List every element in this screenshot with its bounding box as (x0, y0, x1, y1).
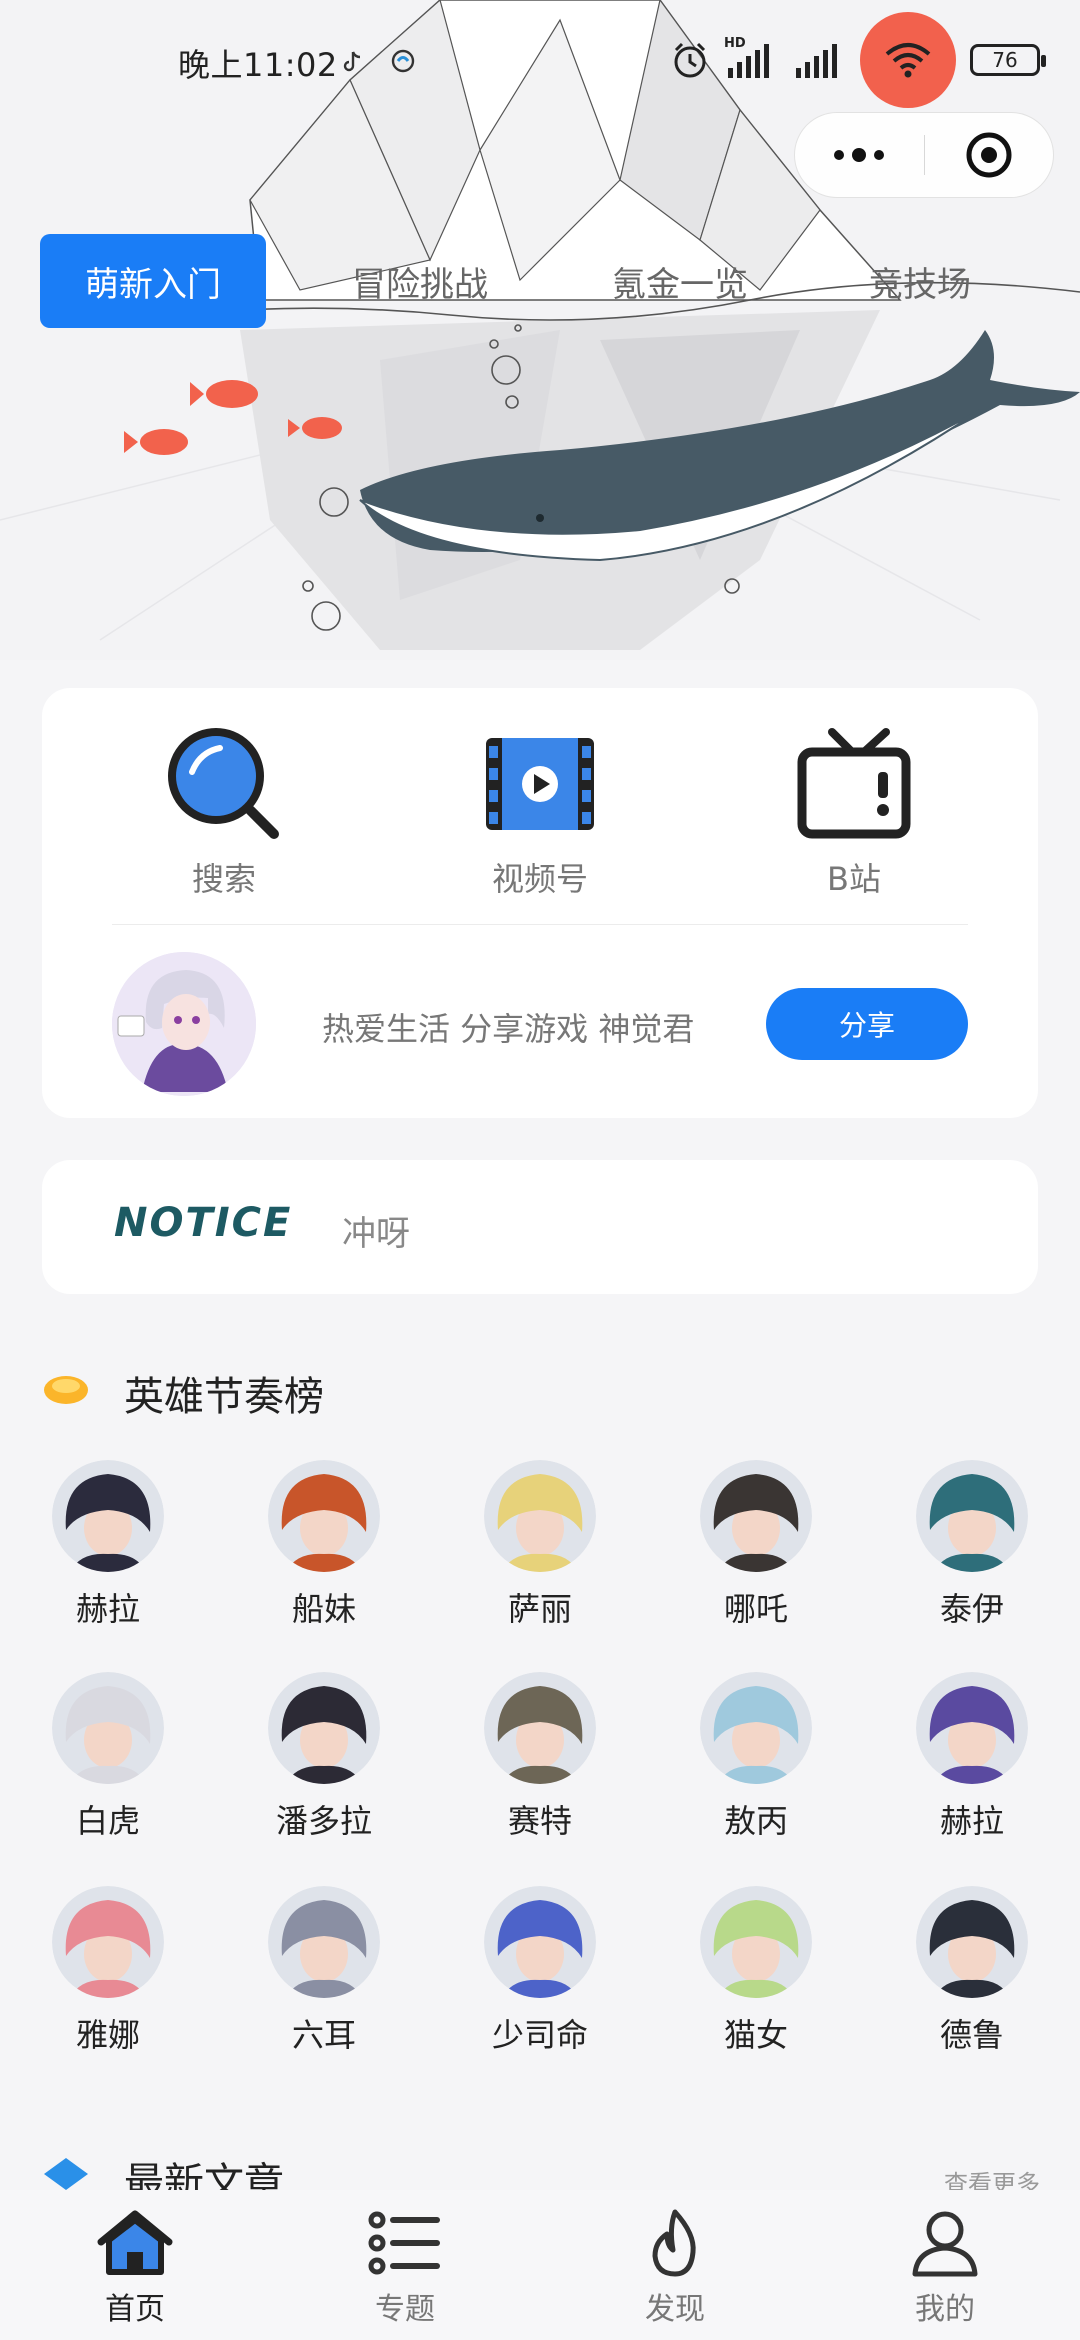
flame-icon (652, 2209, 696, 2277)
nav-topics[interactable]: 专题 (315, 2208, 495, 2328)
hero-item[interactable]: 船妹 (244, 1460, 404, 1630)
mini-program-capsule (794, 112, 1054, 198)
category-tabs: 萌新入门 冒险挑战 氪金一览 竞技场 (40, 234, 1040, 328)
hero-avatar (484, 1672, 596, 1784)
hero-name: 敖丙 (723, 1802, 788, 1840)
nav-profile[interactable]: 我的 (855, 2208, 1035, 2328)
video-channel-link[interactable]: 视频号 (440, 724, 640, 900)
hero-name: 泰伊 (939, 1590, 1004, 1628)
video-channel-label: 视频号 (491, 860, 588, 898)
status-bar: 晚上11:02 HD 76 (0, 0, 1080, 130)
hero-item[interactable]: 敖丙 (676, 1672, 836, 1842)
notice-card[interactable]: NOTICE 冲呀 (42, 1160, 1038, 1294)
alarm-icon (674, 42, 706, 78)
tiktok-icon (343, 51, 361, 72)
hero-item[interactable]: 潘多拉 (244, 1672, 404, 1842)
hd-signal-icon: HD (724, 36, 778, 80)
hero-item[interactable]: 赛特 (460, 1672, 620, 1842)
bottom-nav: 首页 专题 发现 我的 (0, 2190, 1080, 2340)
hero-name: 潘多拉 (275, 1802, 372, 1840)
hero-avatar (52, 1886, 164, 1998)
hero-name: 猫女 (723, 2016, 788, 2054)
hero-avatar (484, 1460, 596, 1572)
bilibili-link[interactable]: B站 (754, 724, 954, 900)
notice-logo: NOTICE (114, 1200, 293, 1246)
nav-home[interactable]: 首页 (45, 2208, 225, 2328)
hero-avatar (916, 1460, 1028, 1572)
hero-avatar (268, 1672, 380, 1784)
video-channel-icon (486, 738, 594, 830)
close-mini-program-button[interactable] (925, 130, 1054, 180)
nav-discover[interactable]: 发现 (585, 2208, 765, 2328)
quick-links-card: 搜索 视频号 B站 热爱生活 分享游戏 神觉君 分享 (42, 688, 1038, 1118)
heroes-section-title: 英雄节奏榜 (124, 1374, 324, 1420)
tv-icon (797, 728, 911, 839)
hero-banner: 晚上11:02 HD 76 萌新入门 冒险挑战 氪金一览 竞技场 (0, 0, 1080, 660)
search-link[interactable]: 搜索 (124, 724, 324, 900)
signal-icon (796, 44, 837, 78)
wifi-icon (860, 12, 956, 108)
hero-name: 六耳 (291, 2016, 356, 2054)
hero-name: 赫拉 (939, 1802, 1004, 1840)
status-icons: HD 76 (670, 12, 1046, 108)
hero-item[interactable]: 赫拉 (28, 1460, 188, 1630)
hero-item[interactable]: 少司命 (460, 1886, 620, 2056)
search-icon (168, 728, 279, 839)
hero-avatar (700, 1886, 812, 1998)
user-icon (912, 2211, 978, 2277)
more-button[interactable] (795, 148, 924, 162)
hero-name: 萨丽 (507, 1590, 572, 1628)
hero-item[interactable]: 猫女 (676, 1886, 836, 2056)
target-icon (966, 132, 1012, 178)
tab-spending[interactable]: 氪金一览 (580, 234, 780, 328)
hero-item[interactable]: 德鲁 (892, 1886, 1052, 2056)
notice-text: 冲呀 (342, 1214, 410, 1254)
hero-item[interactable]: 萨丽 (460, 1460, 620, 1630)
hero-name: 哪吒 (723, 1590, 788, 1628)
diamond-icon (44, 1376, 88, 1404)
battery-icon: 76 (970, 44, 1046, 76)
bilibili-label: B站 (827, 860, 881, 898)
hero-avatar (916, 1886, 1028, 1998)
tab-adventure[interactable]: 冒险挑战 (320, 234, 520, 328)
nav-profile-label: 我的 (915, 2292, 975, 2327)
hero-avatar (700, 1460, 812, 1572)
share-button[interactable]: 分享 (766, 988, 968, 1060)
home-icon (97, 2210, 173, 2275)
hero-item[interactable]: 六耳 (244, 1886, 404, 2056)
author-tagline: 热爱生活 分享游戏 神觉君 (322, 1010, 695, 1048)
hero-name: 雅娜 (75, 2016, 140, 2054)
tab-beginner[interactable]: 萌新入门 (40, 234, 266, 328)
hero-avatar (268, 1886, 380, 1998)
hero-item[interactable]: 赫拉 (892, 1672, 1052, 1842)
nav-discover-label: 发现 (645, 2292, 705, 2327)
hero-avatar (484, 1886, 596, 1998)
card-divider (112, 924, 968, 925)
hero-name: 赫拉 (75, 1590, 140, 1628)
hero-name: 白虎 (75, 1802, 140, 1840)
hero-avatar (700, 1672, 812, 1784)
list-icon (368, 2211, 440, 2275)
tab-arena[interactable]: 竞技场 (820, 234, 1020, 328)
hero-name: 少司命 (491, 2016, 588, 2054)
hero-item[interactable]: 白虎 (28, 1672, 188, 1842)
hero-avatar (52, 1460, 164, 1572)
browser-icon (391, 49, 415, 73)
author-avatar[interactable] (112, 952, 256, 1096)
nav-home-label: 首页 (105, 2292, 165, 2327)
hero-avatar (916, 1672, 1028, 1784)
nav-topics-label: 专题 (375, 2292, 435, 2327)
hero-name: 德鲁 (939, 2016, 1004, 2054)
search-label: 搜索 (191, 860, 256, 898)
hero-item[interactable]: 雅娜 (28, 1886, 188, 2056)
hero-avatar (52, 1672, 164, 1784)
hero-item[interactable]: 泰伊 (892, 1460, 1052, 1630)
hero-avatar (268, 1460, 380, 1572)
hero-item[interactable]: 哪吒 (676, 1460, 836, 1630)
hero-name: 船妹 (291, 1590, 356, 1628)
hero-name: 赛特 (507, 1802, 572, 1840)
status-time: 晚上11:02 (178, 46, 338, 84)
